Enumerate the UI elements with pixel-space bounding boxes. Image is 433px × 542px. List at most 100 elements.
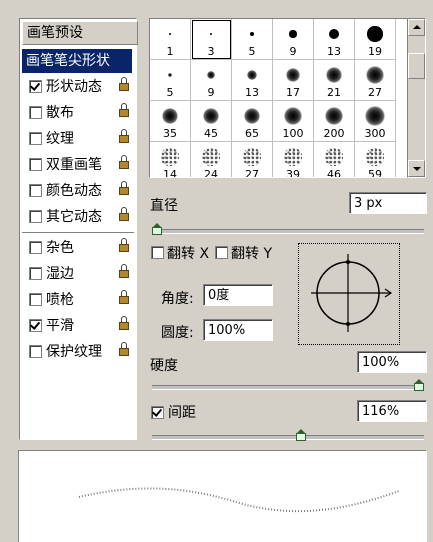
brush-tip-icon: [161, 148, 179, 166]
hardness-label: 硬度: [150, 358, 178, 374]
list-item-brush-tip-shape[interactable]: 画笔笔尖形状: [22, 49, 132, 73]
lock-icon[interactable]: [119, 103, 129, 117]
checkbox-noise[interactable]: [29, 241, 42, 254]
brush-size-label: 65: [245, 127, 259, 140]
brushes-panel: 画笔预设 画笔笔尖形状 形状动态 散布 纹理 双重画笔 颜色动态 其它动态 杂色…: [0, 0, 433, 542]
brush-tip-cell[interactable]: 3: [191, 19, 232, 60]
brush-tip-cell[interactable]: 300: [355, 101, 396, 142]
diameter-slider-track[interactable]: [152, 229, 424, 234]
hardness-slider-track[interactable]: [152, 385, 424, 390]
brush-size-label: 24: [204, 168, 218, 178]
brush-size-label: 39: [286, 168, 300, 178]
spacing-slider-knob[interactable]: [296, 429, 307, 441]
lock-icon[interactable]: [119, 181, 129, 195]
list-item-texture[interactable]: 纹理: [22, 127, 132, 151]
checkbox-protect-texture[interactable]: [29, 345, 42, 358]
brush-tip-cell[interactable]: 5: [150, 60, 191, 101]
list-item-label: 湿边: [46, 266, 74, 282]
brush-tip-cell[interactable]: 5: [232, 19, 273, 60]
brush-tip-icon: [243, 148, 261, 166]
lock-icon[interactable]: [119, 342, 129, 356]
hardness-input[interactable]: 100%: [357, 351, 427, 373]
list-item-airbrush[interactable]: 喷枪: [22, 288, 132, 312]
list-item-smoothing[interactable]: 平滑: [22, 314, 132, 338]
brush-tip-cell[interactable]: 46: [314, 142, 355, 177]
brush-tip-icon: [169, 33, 171, 35]
down-arrow-icon: [413, 167, 421, 171]
spacing-input[interactable]: 116%: [357, 400, 427, 422]
brush-grid-scrollbar[interactable]: [407, 18, 426, 178]
brush-tip-cell[interactable]: 59: [355, 142, 396, 177]
brush-tip-cell[interactable]: 27: [355, 60, 396, 101]
brush-size-label: 21: [327, 86, 341, 99]
lock-icon[interactable]: [119, 155, 129, 169]
brush-tip-cell[interactable]: 13: [314, 19, 355, 60]
flip-x-checkbox[interactable]: [151, 246, 164, 259]
checkbox-color-dynamics[interactable]: [29, 184, 42, 197]
checkbox-airbrush[interactable]: [29, 293, 42, 306]
brush-tip-cell[interactable]: 13: [232, 60, 273, 101]
brush-tip-cell[interactable]: 200: [314, 101, 355, 142]
checkbox-other-dynamics[interactable]: [29, 210, 42, 223]
brush-tip-cell[interactable]: 1: [150, 19, 191, 60]
brush-tip-cell[interactable]: 24: [191, 142, 232, 178]
angle-input[interactable]: 0度: [203, 284, 273, 306]
scroll-down-button[interactable]: [408, 160, 425, 177]
brush-tip-cell[interactable]: 65: [232, 101, 273, 142]
brush-tip-icon: [366, 148, 384, 166]
list-item-dual-brush[interactable]: 双重画笔: [22, 153, 132, 177]
brush-tip-cell[interactable]: 21: [314, 60, 355, 101]
checkbox-shape-dynamics[interactable]: [29, 80, 42, 93]
brush-size-label: 27: [368, 86, 382, 99]
brush-presets-button[interactable]: 画笔预设: [22, 21, 138, 45]
angle-roundness-widget[interactable]: [298, 243, 400, 345]
list-item-protect-texture[interactable]: 保护纹理: [22, 340, 132, 364]
brush-tip-icon: [284, 148, 302, 166]
lock-icon[interactable]: [119, 264, 129, 278]
list-item-noise[interactable]: 杂色: [22, 236, 132, 260]
brush-tip-cell[interactable]: 19: [355, 19, 396, 60]
roundness-input[interactable]: 100%: [203, 319, 273, 341]
checkbox-dual-brush[interactable]: [29, 158, 42, 171]
stroke-preview-graphic: [78, 487, 400, 513]
brush-size-label: 19: [368, 45, 382, 58]
lock-icon[interactable]: [119, 207, 129, 221]
brush-tip-icon: [284, 107, 302, 125]
checkbox-texture[interactable]: [29, 132, 42, 145]
scroll-up-button[interactable]: [408, 19, 425, 36]
diameter-input[interactable]: 3 px: [349, 192, 427, 214]
hardness-slider-knob[interactable]: [414, 379, 424, 391]
brush-tip-cell[interactable]: 27: [232, 142, 273, 177]
brush-tip-cell[interactable]: 45: [191, 101, 232, 142]
brush-tip-icon: [207, 71, 215, 79]
list-item-other-dynamics[interactable]: 其它动态: [22, 205, 132, 229]
brush-tip-cell[interactable]: 9: [191, 60, 232, 101]
lock-icon[interactable]: [119, 77, 129, 91]
brush-tip-cell[interactable]: 39: [273, 142, 314, 178]
brush-tip-cell[interactable]: 14: [150, 142, 191, 178]
brush-tip-cell[interactable]: 100: [273, 101, 314, 142]
list-item-scattering[interactable]: 散布: [22, 101, 132, 125]
checkbox-wet-edges[interactable]: [29, 267, 42, 280]
flip-y-checkbox[interactable]: [215, 246, 228, 259]
spacing-slider-track[interactable]: [152, 435, 424, 440]
lock-icon[interactable]: [119, 290, 129, 304]
list-item-label: 平滑: [46, 318, 74, 334]
list-item-wet-edges[interactable]: 湿边: [22, 262, 132, 286]
diameter-slider-knob[interactable]: [152, 223, 162, 235]
brush-tip-icon: [250, 32, 254, 36]
roundness-label: 圆度:: [161, 325, 194, 341]
checkbox-smoothing[interactable]: [29, 319, 42, 332]
spacing-checkbox[interactable]: [151, 406, 164, 419]
brush-size-label: 14: [163, 168, 177, 178]
lock-icon[interactable]: [119, 129, 129, 143]
lock-icon[interactable]: [119, 316, 129, 330]
lock-icon[interactable]: [119, 238, 129, 252]
checkbox-scattering[interactable]: [29, 106, 42, 119]
brush-tip-cell[interactable]: 9: [273, 19, 314, 60]
brush-tip-cell[interactable]: 17: [273, 60, 314, 101]
list-item-shape-dynamics[interactable]: 形状动态: [22, 75, 132, 99]
brush-tip-cell[interactable]: 35: [150, 101, 191, 142]
list-item-color-dynamics[interactable]: 颜色动态: [22, 179, 132, 203]
scrollbar-thumb[interactable]: [408, 53, 425, 79]
